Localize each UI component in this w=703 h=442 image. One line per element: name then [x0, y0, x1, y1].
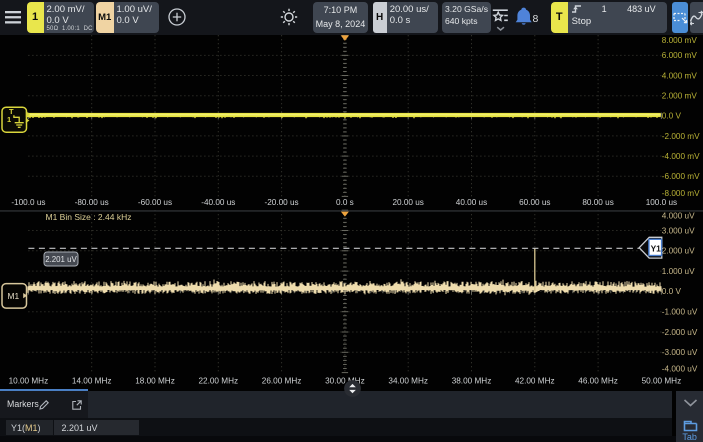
svg-text:6.000 mV: 6.000 mV — [662, 51, 698, 60]
svg-text:-2.000 mV: -2.000 mV — [662, 132, 700, 141]
svg-text:-6.000 mV: -6.000 mV — [662, 172, 700, 181]
svg-text:-2.000 uV: -2.000 uV — [662, 328, 698, 337]
svg-text:26.00 MHz: 26.00 MHz — [262, 376, 302, 385]
svg-text:42.00 MHz: 42.00 MHz — [515, 376, 555, 385]
svg-text:0.0 V: 0.0 V — [662, 112, 682, 121]
svg-text:-80.00 us: -80.00 us — [75, 198, 109, 207]
svg-text:8: 8 — [533, 13, 539, 25]
svg-text:14.00 MHz: 14.00 MHz — [72, 376, 112, 385]
svg-text:M1 Bin Size : 2.44 kHz: M1 Bin Size : 2.44 kHz — [46, 212, 132, 222]
svg-text:Y1: Y1 — [651, 243, 662, 253]
svg-text:80.00 us: 80.00 us — [582, 198, 613, 207]
svg-text:46.00 MHz: 46.00 MHz — [578, 376, 618, 385]
svg-text:0.0 V: 0.0 V — [662, 287, 682, 296]
svg-text:1.000 uV: 1.000 uV — [662, 267, 695, 276]
svg-text:34.00 MHz: 34.00 MHz — [388, 376, 428, 385]
svg-text:3.000 uV: 3.000 uV — [662, 226, 695, 235]
svg-text:18.00 MHz: 18.00 MHz — [135, 376, 175, 385]
svg-text:2.000 uV: 2.000 uV — [662, 247, 695, 256]
svg-text:60.00 us: 60.00 us — [519, 198, 550, 207]
svg-text:50.00 MHz: 50.00 MHz — [642, 376, 682, 385]
svg-text:-1.000 uV: -1.000 uV — [662, 308, 698, 317]
svg-text:-100.0 us: -100.0 us — [11, 198, 45, 207]
svg-text:38.00 MHz: 38.00 MHz — [452, 376, 492, 385]
svg-text:-20.00 us: -20.00 us — [265, 198, 299, 207]
svg-text:-3.000 uV: -3.000 uV — [662, 348, 698, 357]
svg-text:-8.000 mV: -8.000 mV — [662, 189, 700, 198]
svg-text:100.0 us: 100.0 us — [646, 198, 677, 207]
svg-text:1: 1 — [7, 115, 11, 124]
svg-text:M1: M1 — [8, 291, 20, 301]
svg-text:-4.000 uV: -4.000 uV — [662, 364, 698, 373]
svg-text:20.00 us: 20.00 us — [392, 198, 423, 207]
svg-text:-4.000 mV: -4.000 mV — [662, 152, 700, 161]
svg-text:40.00 us: 40.00 us — [456, 198, 487, 207]
svg-text:2.201 uV: 2.201 uV — [45, 255, 77, 264]
svg-text:-60.00 us: -60.00 us — [138, 198, 172, 207]
svg-text:2.000 mV: 2.000 mV — [662, 92, 698, 101]
svg-text:0.0 s: 0.0 s — [336, 198, 354, 207]
svg-text:4.000 mV: 4.000 mV — [662, 71, 698, 80]
svg-text:10.00 MHz: 10.00 MHz — [9, 376, 49, 385]
svg-text:4.000 uV: 4.000 uV — [662, 212, 695, 221]
svg-text:-40.00 us: -40.00 us — [201, 198, 235, 207]
svg-text:8.000 mV: 8.000 mV — [662, 36, 698, 45]
svg-text:22.00 MHz: 22.00 MHz — [199, 376, 239, 385]
